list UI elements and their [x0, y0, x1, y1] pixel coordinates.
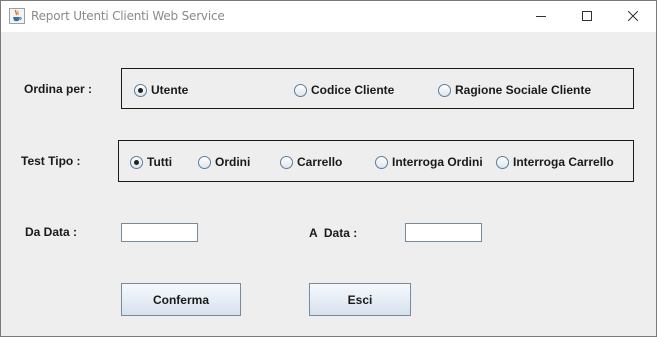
radio-ragione-sociale-cliente[interactable]: Ragione Sociale Cliente — [438, 83, 591, 97]
radio-indicator — [375, 155, 388, 169]
close-button[interactable] — [610, 1, 656, 32]
window-title: Report Utenti Clienti Web Service — [31, 9, 225, 23]
radio-indicator — [134, 83, 147, 97]
radio-ordini[interactable]: Ordini — [198, 155, 250, 169]
radio-label: Codice Cliente — [311, 83, 395, 97]
da-data-label: Da Data : — [25, 225, 78, 239]
radio-utente[interactable]: Utente — [134, 83, 188, 97]
maximize-icon — [582, 10, 592, 24]
radio-label: Ordini — [215, 155, 251, 169]
esci-button[interactable]: Esci — [309, 283, 411, 316]
conferma-button[interactable]: Conferma — [121, 283, 241, 316]
radio-indicator — [130, 155, 143, 169]
radio-indicator — [496, 155, 509, 169]
radio-label: Carrello — [297, 155, 343, 169]
title-bar[interactable]: Report Utenti Clienti Web Service — [1, 1, 656, 32]
radio-codice-cliente[interactable]: Codice Cliente — [294, 83, 394, 97]
test-tipo-label: Test Tipo : — [21, 154, 81, 168]
radio-label: Tutti — [147, 155, 173, 169]
radio-indicator — [198, 155, 211, 169]
radio-label: Utente — [151, 83, 189, 97]
radio-indicator — [280, 155, 293, 169]
radio-indicator — [438, 83, 451, 97]
da-data-field[interactable] — [121, 223, 198, 242]
form-panel: Ordina per : Utente Codice Cliente Ragio… — [1, 32, 656, 336]
minimize-button[interactable] — [518, 1, 564, 32]
radio-selected-dot — [134, 159, 139, 165]
maximize-button[interactable] — [564, 1, 610, 32]
close-icon — [627, 10, 639, 24]
radio-label: Interroga Ordini — [392, 155, 483, 169]
radio-interroga-ordini[interactable]: Interroga Ordini — [375, 155, 483, 169]
java-cup-icon — [9, 8, 25, 24]
app-window: Report Utenti Clienti Web Service Ordina… — [0, 0, 657, 337]
a-data-label: A Data : — [309, 226, 358, 240]
a-data-field[interactable] — [405, 223, 482, 242]
minimize-icon — [536, 10, 546, 24]
radio-selected-dot — [138, 87, 143, 93]
ordina-per-label: Ordina per : — [24, 82, 93, 96]
radio-carrello[interactable]: Carrello — [280, 155, 342, 169]
radio-indicator — [294, 83, 307, 97]
radio-label: Ragione Sociale Cliente — [455, 83, 592, 97]
radio-tutti[interactable]: Tutti — [130, 155, 172, 169]
radio-label: Interroga Carrello — [513, 155, 614, 169]
radio-interroga-carrello[interactable]: Interroga Carrello — [496, 155, 614, 169]
